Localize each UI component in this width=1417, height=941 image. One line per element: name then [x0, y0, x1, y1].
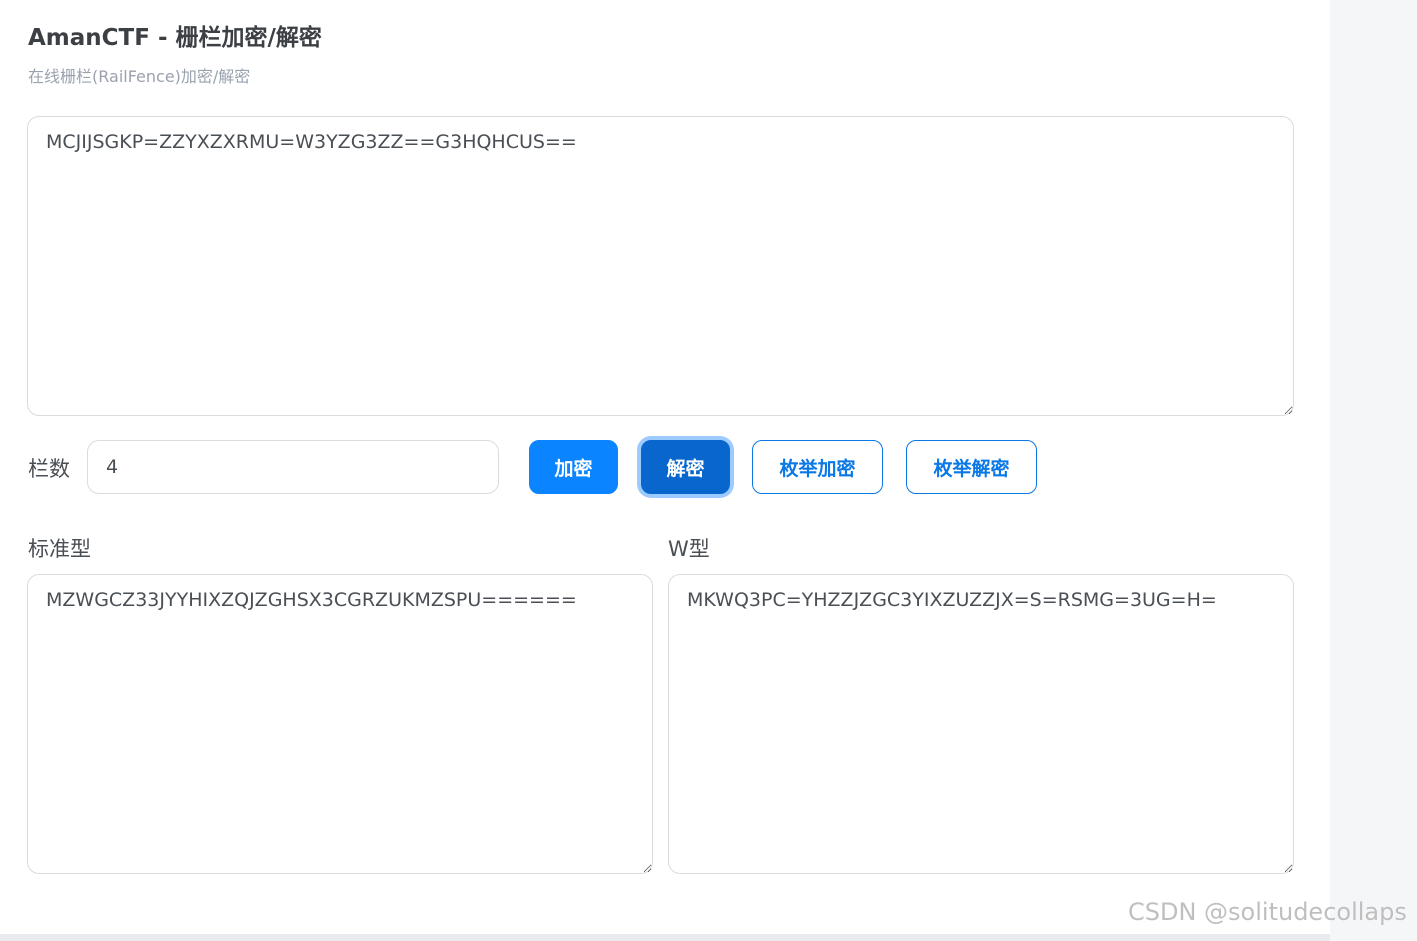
page-background-right — [1330, 0, 1417, 941]
page-panel: AmanCTF - 栅栏加密/解密 在线栅栏(RailFence)加密/解密 M… — [0, 0, 1330, 934]
w-output-textarea[interactable]: MKWQ3PC=YHZZJZGC3YIXZUZZJX=S=RSMG=3UG=H= — [668, 574, 1294, 874]
decrypt-button[interactable]: 解密 — [641, 440, 730, 494]
standard-output-textarea[interactable]: MZWGCZ33JYYHIXZQJZGHSX3CGRZUKMZSPU====== — [27, 574, 653, 874]
page-background-bottom — [0, 934, 1330, 941]
rails-label: 栏数 — [28, 457, 70, 481]
standard-output-label: 标准型 — [28, 537, 91, 561]
enum-decrypt-button[interactable]: 枚举解密 — [906, 440, 1037, 494]
page-subtitle: 在线栅栏(RailFence)加密/解密 — [28, 67, 251, 86]
rails-count-input[interactable] — [87, 440, 499, 494]
w-output-label: W型 — [668, 537, 710, 561]
enum-encrypt-button[interactable]: 枚举加密 — [752, 440, 883, 494]
watermark-text: CSDN @solitudecollaps — [1128, 898, 1407, 926]
encrypt-button[interactable]: 加密 — [529, 440, 618, 494]
page-title: AmanCTF - 栅栏加密/解密 — [28, 25, 322, 51]
cipher-input-textarea[interactable]: MCJIJSGKP=ZZYXZXRMU=W3YZG3ZZ==G3HQHCUS== — [27, 116, 1294, 416]
